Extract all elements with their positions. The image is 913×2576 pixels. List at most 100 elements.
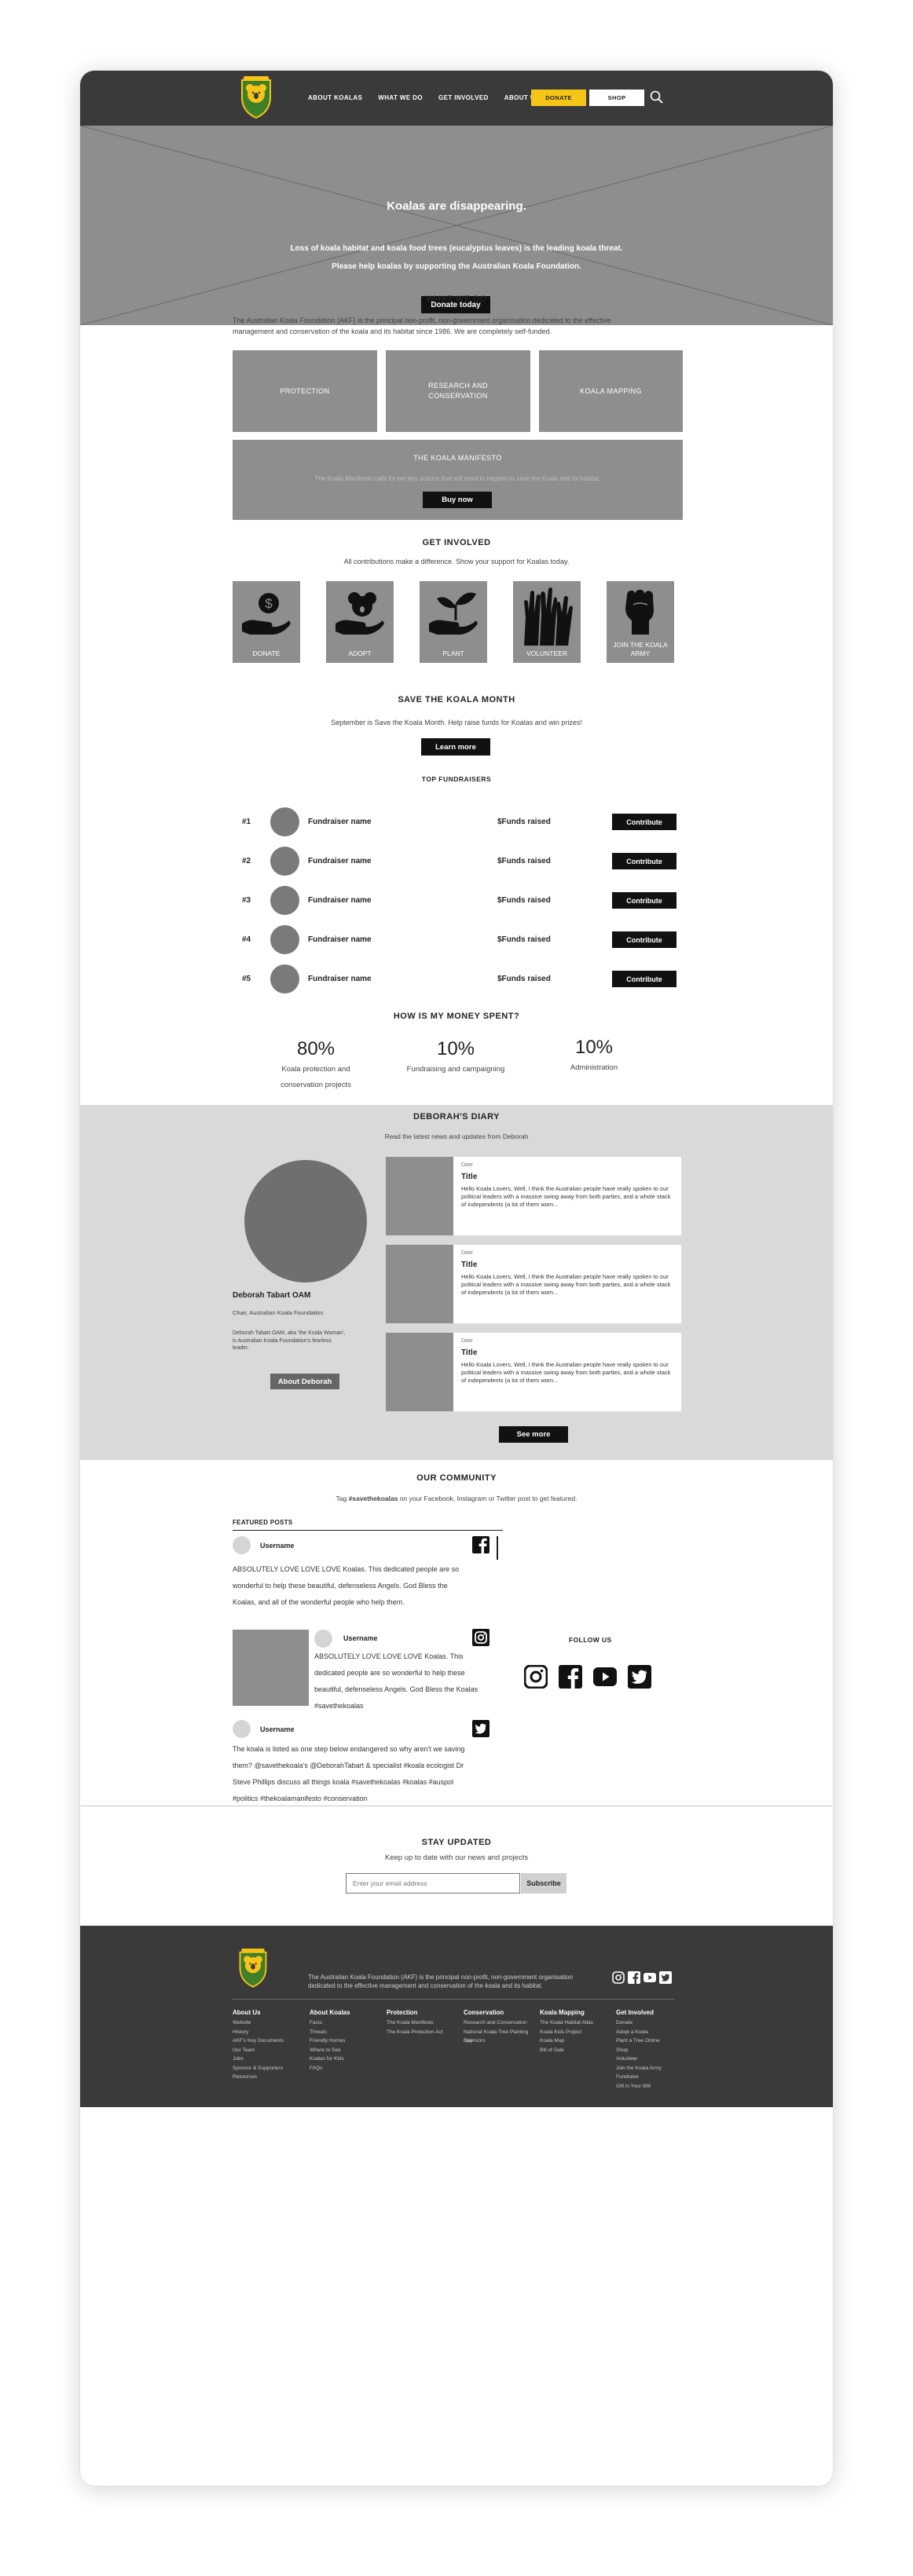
stat-label-protection: Koala protection and conservation projec… [245, 1062, 387, 1093]
footer-link[interactable]: The Koala Manifesto [387, 2018, 459, 2028]
contribute-button[interactable]: Contribute [612, 853, 676, 869]
fundraiser-avatar [270, 807, 299, 836]
contribute-button[interactable]: Contribute [612, 931, 676, 948]
nav-about-koalas[interactable]: ABOUT KOALAS [308, 92, 362, 104]
footer-link[interactable]: Plant a Tree Online [616, 2036, 688, 2046]
tile-koala-mapping[interactable]: KOALA MAPPING [539, 350, 683, 432]
footer-link[interactable]: AKF's Key Documents [233, 2036, 305, 2046]
footer-link[interactable]: Adopt a Koala [616, 2028, 688, 2037]
site-footer: The Australian Koala Foundation (AKF) is… [80, 1926, 833, 2107]
deborah-name: Deborah Tabart OAM [233, 1291, 311, 1300]
contribute-button[interactable]: Contribute [612, 814, 676, 830]
footer-description-line-1: The Australian Koala Foundation (AKF) is… [308, 1974, 574, 1981]
footer-link[interactable]: Research and Conservation [464, 2018, 536, 2028]
twitter-icon[interactable] [628, 1665, 651, 1689]
footer-link[interactable]: The Koala Habitat Atlas [540, 2018, 612, 2028]
footer-link[interactable]: The Koala Protection Act [387, 2028, 459, 2037]
footer-link[interactable]: Facts [310, 2018, 382, 2028]
top-fundraisers-heading: TOP FUNDRAISERS [421, 775, 492, 783]
deborah-role: Chair, Australian Koala Foundation [233, 1309, 324, 1316]
donate-nav-button[interactable]: DONATE [531, 90, 586, 106]
about-deborah-button[interactable]: About Deborah [270, 1374, 339, 1389]
featured-post-username[interactable]: Username [260, 1542, 295, 1550]
featured-post-text: ABSOLUTELY LOVE LOVE LOVE Koalas. This d… [314, 1648, 478, 1714]
featured-post-line: them? @savethekoala's @DeborahTabart & s… [233, 1762, 464, 1769]
featured-post-line: ABSOLUTELY LOVE LOVE LOVE Koalas. This d… [233, 1565, 460, 1573]
shop-nav-button[interactable]: SHOP [589, 90, 644, 106]
footer-link[interactable]: Volunteer [616, 2055, 688, 2064]
deborah-avatar [244, 1160, 367, 1283]
fundraiser-funds: $Funds raised [497, 975, 551, 983]
involve-tile-volunteer[interactable]: VOLUNTEER [513, 581, 581, 663]
facebook-icon[interactable] [628, 1971, 640, 1984]
facebook-icon[interactable] [559, 1665, 582, 1689]
footer-link[interactable]: Bill of Sale [540, 2046, 612, 2055]
footer-link[interactable]: Shop [616, 2046, 688, 2055]
footer-link[interactable]: Jobs [233, 2055, 305, 2064]
footer-link[interactable]: Gift in Your Will [616, 2082, 688, 2091]
footer-link[interactable]: Where to See [310, 2046, 382, 2055]
see-more-button[interactable]: See more [499, 1426, 568, 1443]
contribute-button[interactable]: Contribute [612, 892, 676, 909]
youtube-icon[interactable] [644, 1971, 656, 1984]
footer-link[interactable]: Donate [616, 2018, 688, 2028]
footer-link[interactable]: FAQs [310, 2064, 382, 2073]
involve-tile-donate[interactable]: $ DONATE [233, 581, 300, 663]
instagram-icon[interactable] [612, 1971, 625, 1984]
footer-link[interactable]: Koala Kids Project [540, 2028, 612, 2037]
tile-protection[interactable]: PROTECTION [233, 350, 377, 432]
footer-link[interactable]: Join the Koala Army [616, 2064, 688, 2073]
fundraiser-rank: #2 [242, 857, 251, 865]
nav-get-involved[interactable]: GET INVOLVED [438, 92, 489, 104]
featured-post-image[interactable] [233, 1630, 309, 1706]
involve-label-donate: DONATE [252, 649, 280, 657]
svg-text:$: $ [265, 596, 273, 611]
koala-month-text: September is Save the Koala Month. Help … [331, 719, 582, 726]
footer-link[interactable]: Resources [233, 2073, 305, 2082]
buy-now-button[interactable]: Buy now [423, 492, 492, 508]
diary-post-card-1[interactable]: Date Title Hello Koala Lovers, Well, I t… [386, 1157, 681, 1235]
footer-link[interactable]: Threats [310, 2028, 382, 2037]
facebook-icon[interactable] [472, 1536, 490, 1553]
footer-link[interactable]: Sponsor & Supporters [233, 2064, 305, 2073]
youtube-icon[interactable] [593, 1665, 617, 1689]
featured-post-username[interactable]: Username [343, 1634, 378, 1642]
involve-tile-plant[interactable]: PLANT [420, 581, 487, 663]
featured-scrollbar[interactable] [497, 1536, 498, 1560]
instagram-icon[interactable] [524, 1665, 548, 1689]
contribute-button[interactable]: Contribute [612, 971, 676, 987]
diary-post-card-3[interactable]: Date Title Hello Koala Lovers, Well, I t… [386, 1333, 681, 1411]
learn-more-button[interactable]: Learn more [421, 738, 490, 756]
fundraiser-funds: $Funds raised [497, 896, 551, 905]
footer-link[interactable]: Our Team [233, 2046, 305, 2055]
koala-shield-logo[interactable] [237, 74, 275, 119]
footer-link[interactable]: Sponsors [464, 2036, 536, 2046]
subscribe-button[interactable]: Subscribe [521, 1873, 566, 1894]
footer-link[interactable]: Friendly Homes [310, 2036, 382, 2046]
koala-shield-logo[interactable] [236, 1946, 270, 1989]
twitter-icon[interactable] [659, 1971, 672, 1984]
nav-what-we-do[interactable]: WHAT WE DO [378, 92, 423, 104]
footer-link[interactable]: Fundraise [616, 2073, 688, 2082]
involve-tile-adopt[interactable]: ADOPT [326, 581, 394, 663]
tile-research-conservation[interactable]: RESEARCH AND CONSERVATION [386, 350, 530, 432]
email-input[interactable] [346, 1873, 520, 1894]
instagram-icon[interactable] [472, 1629, 490, 1646]
fundraiser-avatar [270, 886, 299, 915]
footer-link[interactable]: Website [233, 2018, 305, 2028]
footer-link[interactable]: History [233, 2028, 305, 2037]
search-icon[interactable] [649, 90, 665, 105]
featured-post-text: The koala is listed as one step below en… [233, 1741, 464, 1807]
community-tag-text: Tag #savethekoalas on your Facebook, Ins… [80, 1495, 833, 1502]
involve-tile-koala-army[interactable]: JOIN THE KOALA ARMY [607, 581, 674, 663]
diary-subheading: Read the latest news and updates from De… [384, 1132, 529, 1140]
manifesto-title: THE KOALA MANIFESTO [413, 454, 502, 462]
involve-label-adopt: ADOPT [348, 649, 372, 657]
money-heading: HOW IS MY MONEY SPENT? [393, 1012, 520, 1021]
twitter-icon[interactable] [472, 1720, 490, 1737]
footer-link[interactable]: Koala Map [540, 2036, 612, 2046]
featured-post-username[interactable]: Username [260, 1725, 295, 1733]
diary-post-card-2[interactable]: Date Title Hello Koala Lovers, Well, I t… [386, 1245, 681, 1323]
footer-link[interactable]: Koalas for Kids [310, 2055, 382, 2064]
raised-fist-icon [625, 589, 654, 635]
